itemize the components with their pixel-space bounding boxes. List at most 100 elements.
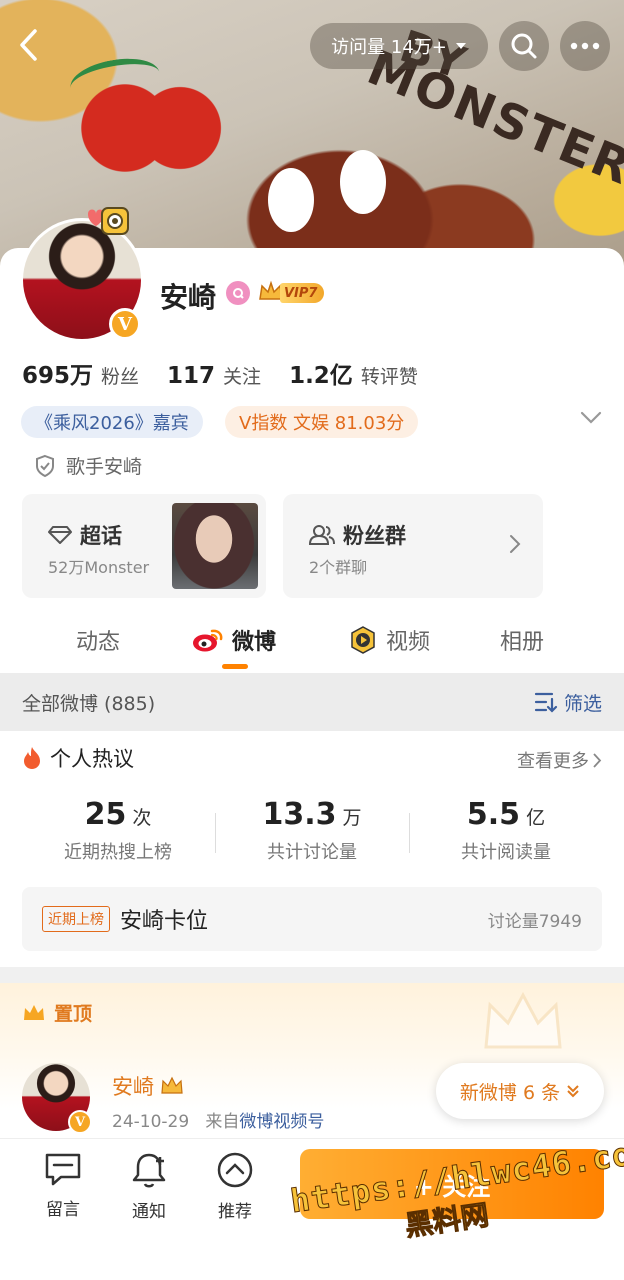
new-posts-label: 新微博 6 条 [459, 1081, 561, 1104]
tab-album[interactable]: 相册 [500, 624, 544, 656]
visit-count-label: 访问量 14万+ [331, 37, 447, 58]
tab-label: 视频 [386, 630, 431, 655]
search-button[interactable] [499, 21, 549, 71]
chevron-right-icon [593, 752, 602, 768]
bottom-action-bar: 留言 通知 推荐 + 关注 [0, 1138, 624, 1280]
stat-number: 695万 [22, 363, 94, 389]
post-from: 来自 [205, 1112, 240, 1132]
metric-hot-search: 25 次 近期热搜上榜 [18, 797, 218, 864]
hot-discussion-section: 个人热议 查看更多 25 次 近期热搜上榜 13.3 万 共计讨论量 5.5 亿 共计… [0, 731, 624, 967]
hot-topic-row[interactable]: 近期上榜 安崎卡位 讨论量7949 [22, 887, 602, 951]
metric-label: 近期热搜上榜 [64, 842, 172, 863]
stat-number: 117 [167, 363, 216, 389]
metric-reads: 5.5 亿 共计阅读量 [406, 797, 606, 864]
tab-weibo[interactable]: 微博 [192, 624, 276, 656]
message-button[interactable]: 留言 [28, 1151, 98, 1220]
notify-label: 通知 [132, 1202, 166, 1222]
fan-group-card[interactable]: 粉丝群 2个群聊 [283, 494, 543, 598]
post-date: 24-10-29 [112, 1112, 190, 1132]
show-guest-tag[interactable]: 《乘风2026》嘉宾 [21, 406, 203, 438]
notify-button[interactable]: 通知 [114, 1151, 184, 1222]
cover-graffiti [268, 168, 314, 232]
profile-tabs: 动态 微博 视频 相册 [0, 614, 624, 672]
stat-label: 关注 [223, 366, 262, 388]
crown-decoration-icon [484, 991, 562, 1049]
tab-label: 相册 [500, 630, 545, 655]
recommend-label: 推荐 [218, 1202, 252, 1222]
filter-label: 筛选 [563, 692, 602, 715]
follow-button[interactable]: + 关注 [300, 1149, 604, 1219]
crown-icon [24, 1004, 44, 1020]
metric-label: 共计阅读量 [461, 842, 551, 863]
metric-discussion: 13.3 万 共计讨论量 [212, 797, 412, 864]
hot-topic-count: 讨论量7949 [487, 911, 582, 932]
filter-icon [534, 692, 558, 713]
section-gap [0, 967, 624, 983]
verified-v-badge: V [68, 1110, 92, 1134]
verified-v-badge: V [109, 308, 141, 340]
recommend-button[interactable]: 推荐 [200, 1151, 270, 1222]
filter-bar: 全部微博 (885) 筛选 [0, 673, 624, 731]
tab-label: 微博 [232, 630, 277, 655]
expand-profile-button[interactable] [580, 410, 602, 429]
chevron-down-icon [580, 411, 602, 424]
tab-feed[interactable]: 动态 [76, 624, 120, 656]
metric-unit: 次 [132, 807, 152, 829]
hot-title: 个人热议 [50, 747, 134, 771]
more-button[interactable] [560, 21, 610, 71]
profile-name: 安崎 [160, 281, 217, 314]
stat-likes[interactable]: 1.2亿 转评赞 [289, 356, 418, 390]
crown-icon [161, 1076, 183, 1094]
back-button[interactable] [6, 22, 52, 68]
avatar-pendant-icon [88, 207, 129, 235]
metric-value: 5.5 [466, 797, 521, 832]
new-posts-button[interactable]: 新微博 6 条 [436, 1063, 604, 1119]
metric-value: 13.3 [262, 797, 337, 832]
cover-graffiti [340, 150, 386, 214]
stat-number: 1.2亿 [289, 363, 353, 389]
vip-level-label: VIP7 [280, 283, 324, 303]
identity-label: 歌手安崎 [66, 456, 143, 478]
post-author[interactable]: 安崎 [112, 1071, 184, 1101]
vip-badge[interactable]: VIP7 [258, 279, 326, 305]
super-topic-photo [172, 503, 258, 589]
weibo-identity-icon[interactable] [226, 281, 250, 305]
v-index-tag[interactable]: V指数 文娱 81.03分 [225, 406, 419, 438]
filter-button[interactable]: 筛选 [534, 689, 602, 716]
metric-value: 25 [84, 797, 127, 832]
fan-group-title: 粉丝群 [343, 524, 406, 548]
recent-rank-tag: 近期上榜 [42, 906, 110, 932]
flame-icon [24, 747, 40, 769]
cover-graffiti [67, 52, 163, 108]
chevron-right-icon [510, 535, 521, 553]
super-topic-sub: 52万Monster [48, 558, 150, 577]
see-more-label: 查看更多 [517, 751, 589, 772]
stat-following[interactable]: 117 关注 [167, 362, 261, 389]
tab-video[interactable]: 视频 [348, 624, 430, 656]
super-topic-card[interactable]: 超话 52万Monster [22, 494, 266, 598]
more-dots-icon [570, 42, 600, 50]
follow-label: + 关注 [413, 1172, 491, 1201]
active-tab-indicator [222, 664, 248, 669]
stat-followers[interactable]: 695万 粉丝 [22, 356, 139, 390]
weibo-logo-icon [193, 629, 223, 652]
post-author-name: 安崎 [112, 1075, 154, 1099]
tab-label: 动态 [76, 630, 121, 655]
pinned-label: 置顶 [54, 1003, 93, 1025]
visit-count-button[interactable]: 访问量 14万+ [310, 23, 488, 69]
diamond-icon [48, 526, 72, 544]
post-source[interactable]: 微博视频号 [239, 1112, 324, 1132]
metric-unit: 亿 [526, 807, 546, 829]
see-more-link[interactable]: 查看更多 [517, 747, 602, 773]
metric-unit: 万 [342, 807, 362, 829]
group-icon [309, 525, 335, 545]
shield-check-icon [36, 454, 54, 477]
search-icon [511, 33, 537, 59]
caret-down-icon [455, 43, 466, 49]
metric-label: 共计讨论量 [267, 842, 357, 863]
chevron-left-icon [20, 29, 37, 61]
stat-label: 粉丝 [101, 366, 140, 388]
hot-topic-title: 安崎卡位 [120, 909, 209, 934]
bell-plus-icon [132, 1153, 166, 1188]
message-label: 留言 [46, 1200, 80, 1220]
